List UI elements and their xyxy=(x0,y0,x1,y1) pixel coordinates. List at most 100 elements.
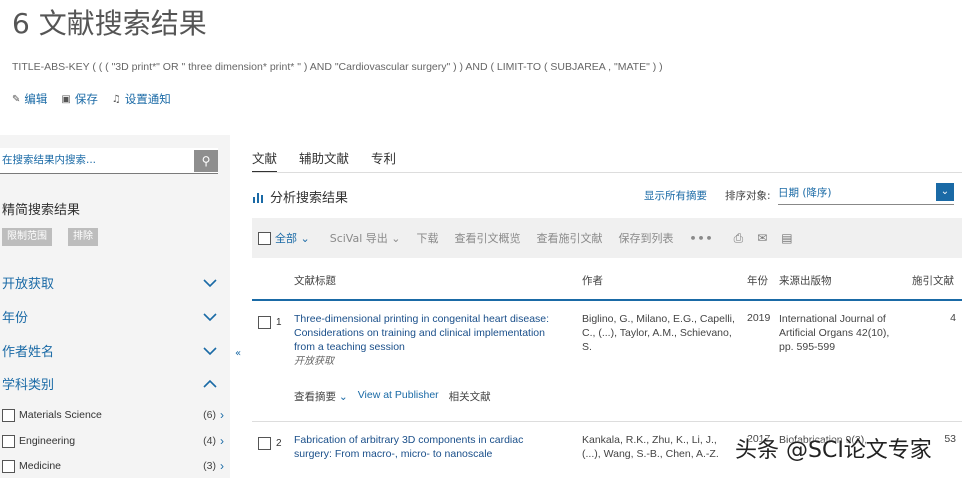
save-label: 保存 xyxy=(74,92,98,106)
save-to-list-button[interactable]: 保存到列表 xyxy=(619,230,674,246)
limit-to-button[interactable]: 限制范围 xyxy=(2,228,52,246)
tab-patents[interactable]: 专利 xyxy=(371,148,396,173)
result-year: 2019 xyxy=(747,312,771,324)
subject-label: Medicine xyxy=(19,460,62,472)
row-number: 2 xyxy=(276,438,282,449)
view-abstract-link[interactable]: 查看摘要 ⌄ xyxy=(294,389,348,404)
select-all-checkbox[interactable] xyxy=(258,231,271,245)
related-documents-link[interactable]: 相关文献 xyxy=(449,389,491,404)
search-query: TITLE-ABS-KEY ( ( ( "3D print*" OR " thr… xyxy=(12,61,663,73)
select-all-dropdown[interactable]: 全部 ⌄ xyxy=(275,230,310,246)
facet-label: 开放获取 xyxy=(2,277,55,292)
result-row: 1 Three-dimensional printing in congenit… xyxy=(252,312,962,417)
watermark-text: 头条 @SCI论文专家 xyxy=(735,438,932,463)
row-divider xyxy=(252,421,962,422)
bibliography-icon[interactable]: ▤ xyxy=(781,231,792,245)
result-title-link[interactable]: Fabrication of arbitrary 3D components i… xyxy=(294,433,564,461)
result-cited-by[interactable]: 53 xyxy=(944,433,956,445)
page-title: 6 文献搜索结果 xyxy=(12,7,207,40)
chevron-down-icon xyxy=(203,346,217,355)
subject-count: (3) xyxy=(203,460,216,472)
result-title-link[interactable]: Three-dimensional printing in congenital… xyxy=(294,313,549,353)
download-button[interactable]: 下载 xyxy=(417,230,439,246)
chevron-down-icon: ⌄ xyxy=(936,183,954,201)
search-within-input[interactable] xyxy=(0,148,190,172)
row-checkbox[interactable] xyxy=(258,316,271,329)
subject-item: Engineering (4) › xyxy=(2,434,224,448)
col-year[interactable]: 年份 xyxy=(747,273,768,288)
scopus-results-page: 6 文献搜索结果 TITLE-ABS-KEY ( ( ( "3D print*"… xyxy=(0,0,967,478)
chevron-down-icon: ⌄ xyxy=(338,391,348,403)
pencil-icon: ✎ xyxy=(12,93,21,105)
facet-label: 年份 xyxy=(2,311,29,326)
subject-count: (4) xyxy=(203,435,216,447)
scival-export-button[interactable]: SciVal 导出 ⌄ xyxy=(330,230,401,246)
facet-open-access[interactable]: 开放获取 xyxy=(2,273,218,292)
cited-by-button[interactable]: 查看施引文献 xyxy=(537,230,603,246)
analyze-label: 分析搜索结果 xyxy=(270,191,349,206)
set-alert-button[interactable]: ♫ 设置通知 xyxy=(112,91,171,107)
search-within-box: ⚲ xyxy=(0,148,218,174)
facet-author[interactable]: 作者姓名 xyxy=(2,341,218,360)
subject-item: Materials Science (6) › xyxy=(2,408,224,422)
save-button[interactable]: ▣ 保存 xyxy=(61,91,97,107)
bell-icon: ♫ xyxy=(111,93,121,105)
tab-secondary-documents[interactable]: 辅助文献 xyxy=(299,148,349,173)
col-authors[interactable]: 作者 xyxy=(582,273,603,288)
edit-button[interactable]: ✎ 编辑 xyxy=(12,91,47,107)
subject-label: Materials Science xyxy=(19,409,102,421)
subject-count: (6) xyxy=(203,409,216,421)
results-toolbar: 全部 ⌄ SciVal 导出 ⌄ 下载 查看引文概览 查看施引文献 保存到列表 … xyxy=(252,218,962,258)
show-all-abstracts-link[interactable]: 显示所有摘要 xyxy=(644,188,707,203)
scival-label: SciVal 导出 xyxy=(329,232,388,245)
sort-label: 排序对象: xyxy=(725,190,771,202)
col-source[interactable]: 来源出版物 xyxy=(779,273,832,288)
bar-chart-icon xyxy=(253,192,263,203)
set-alert-label: 设置通知 xyxy=(124,92,171,106)
chevron-down-icon xyxy=(203,278,217,287)
row-checkbox[interactable] xyxy=(258,437,271,450)
chevron-up-icon xyxy=(203,379,217,388)
chevron-right-icon[interactable]: › xyxy=(220,434,224,448)
sort-value: 日期 (降序) xyxy=(778,187,832,199)
facet-label: 作者姓名 xyxy=(2,345,55,360)
tab-divider xyxy=(252,172,962,173)
facet-year[interactable]: 年份 xyxy=(2,307,218,326)
result-cited-by[interactable]: 4 xyxy=(950,312,956,324)
select-all-label: 全部 xyxy=(275,232,297,245)
col-cited-by[interactable]: 施引文献 xyxy=(912,273,954,288)
chevron-right-icon[interactable]: › xyxy=(220,408,224,422)
col-title[interactable]: 文献标题 xyxy=(294,273,336,288)
facet-label: 学科类别 xyxy=(2,378,55,393)
edit-label: 编辑 xyxy=(24,92,48,106)
facet-subject-area[interactable]: 学科类别 xyxy=(2,374,218,393)
subject-checkbox[interactable] xyxy=(2,434,15,448)
chevron-right-icon[interactable]: › xyxy=(220,459,224,473)
result-authors[interactable]: Biglino, G., Milano, E.G., Capelli, C., … xyxy=(582,312,737,354)
chevron-down-icon xyxy=(203,312,217,321)
search-button[interactable]: ⚲ xyxy=(194,150,218,172)
subject-checkbox[interactable] xyxy=(2,408,15,422)
result-title-block: Three-dimensional printing in congenital… xyxy=(294,312,564,369)
result-source[interactable]: International Journal of Artificial Orga… xyxy=(779,312,899,354)
subject-label: Engineering xyxy=(19,435,76,447)
tab-documents[interactable]: 文献 xyxy=(252,148,278,173)
email-icon[interactable]: ✉ xyxy=(757,231,767,245)
query-actions: ✎ 编辑 ▣ 保存 ♫ 设置通知 xyxy=(12,91,171,107)
collapse-sidebar-icon[interactable]: « xyxy=(235,348,241,359)
print-icon[interactable]: ⎙ xyxy=(734,231,744,246)
result-tabs: 文献 辅助文献 专利 xyxy=(252,148,396,173)
header-divider xyxy=(252,299,962,301)
search-icon: ⚲ xyxy=(201,154,211,168)
exclude-button[interactable]: 排除 xyxy=(68,228,98,246)
result-links: 查看摘要 ⌄ View at Publisher 相关文献 xyxy=(294,389,491,404)
view-at-publisher-link[interactable]: View at Publisher xyxy=(358,389,439,404)
sort-select[interactable]: 日期 (降序) ⌄ xyxy=(778,182,954,205)
view-abstract-label: 查看摘要 xyxy=(294,391,336,403)
refine-title: 精简搜索结果 xyxy=(2,203,81,218)
analyze-results-link[interactable]: 分析搜索结果 xyxy=(252,187,348,206)
subject-checkbox[interactable] xyxy=(2,459,15,473)
result-authors[interactable]: Kankala, R.K., Zhu, K., Li, J., (...), W… xyxy=(582,433,737,461)
citation-overview-button[interactable]: 查看引文概览 xyxy=(455,230,521,246)
more-options-button[interactable]: ••• xyxy=(690,232,714,245)
